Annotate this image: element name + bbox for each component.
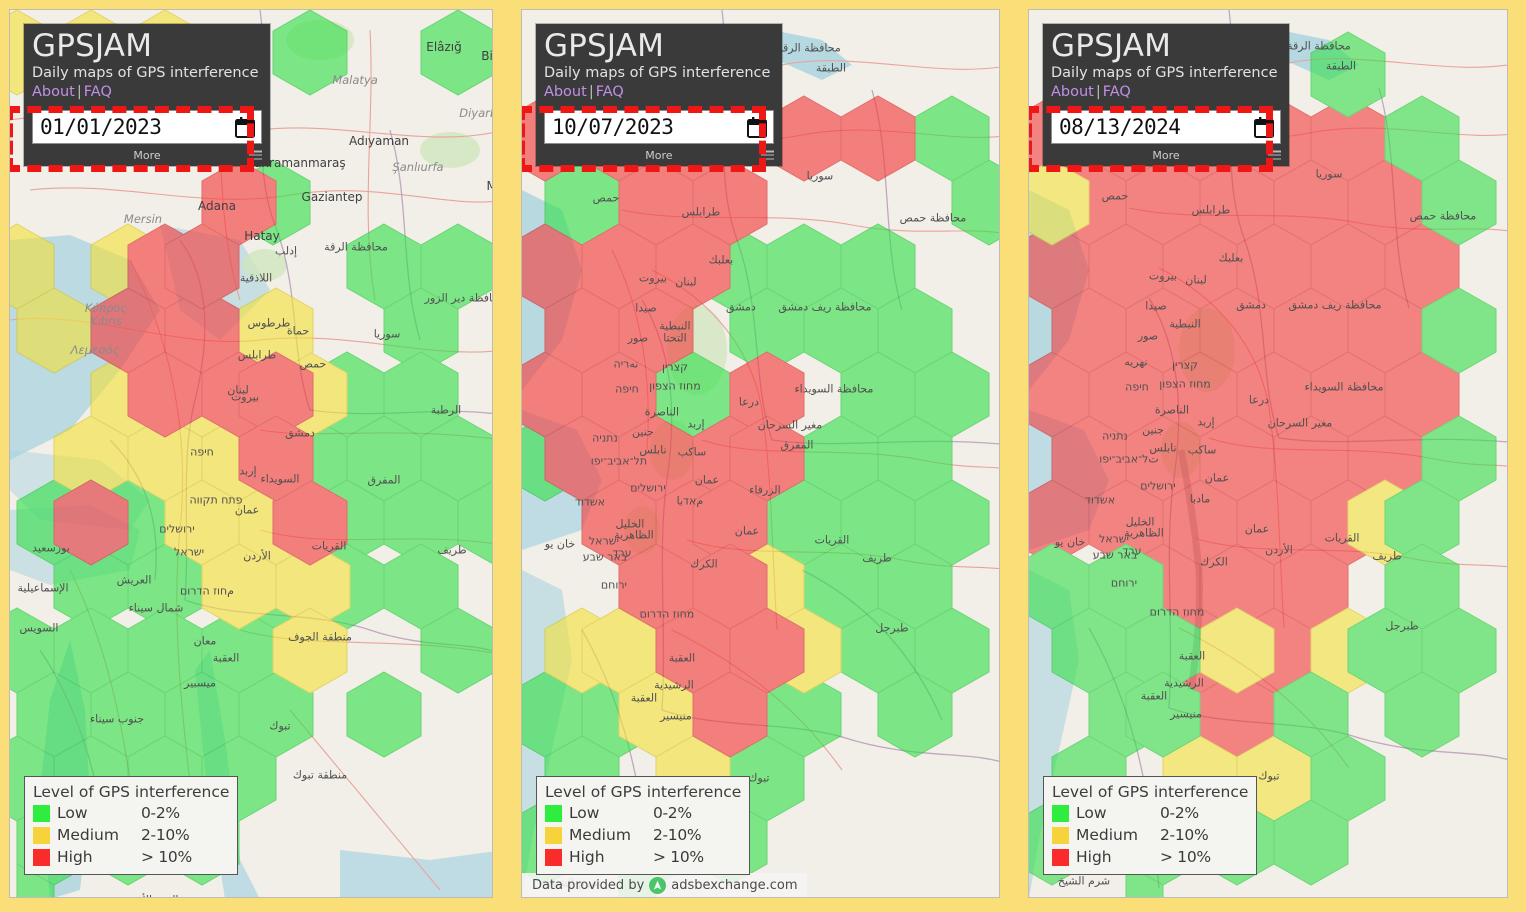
legend-label-medium: Medium	[57, 826, 119, 844]
menu-icon[interactable]	[249, 150, 262, 160]
date-input[interactable]: 10/07/2023	[543, 110, 774, 144]
legend-swatch-high	[544, 848, 562, 866]
legend-1: Level of GPS interference Low 0-2% Mediu…	[24, 776, 239, 875]
header-links: About | FAQ	[1043, 83, 1289, 106]
legend-label-low: Low	[1075, 804, 1107, 822]
more-label: More	[645, 148, 673, 162]
legend-label-high: High	[568, 848, 605, 866]
about-link[interactable]: About	[544, 84, 587, 100]
legend-swatch-medium	[544, 826, 562, 844]
legend-swatch-low	[544, 804, 562, 822]
app-tagline: Daily maps of GPS interference	[1050, 65, 1278, 81]
attribution-site[interactable]: adsbexchange.com	[671, 878, 797, 893]
attribution-prefix: Data provided by	[531, 877, 645, 893]
attribution-bar: Data provided by adsbexchange.com	[521, 873, 808, 897]
legend-row-medium: Medium 2-10%	[33, 824, 229, 846]
date-row-3: 08/13/2024	[1043, 106, 1289, 144]
legend-value-medium: 2-10%	[1159, 826, 1209, 844]
gpsjam-panel-2: محافظة حلبمحافظة الرقةالطبقةمعرةمحافظة ح…	[520, 9, 1000, 898]
legend-label-medium: Medium	[568, 826, 631, 844]
legend-row-low: Low 0-2%	[1051, 802, 1248, 824]
faq-link[interactable]: FAQ	[596, 84, 624, 100]
link-separator: |	[76, 84, 82, 100]
date-value: 08/13/2024	[1058, 115, 1181, 139]
legend-value-medium: 2-10%	[652, 826, 702, 844]
date-row-2: 10/07/2023	[536, 106, 782, 144]
legend-value-high: > 10%	[1159, 848, 1211, 866]
date-input[interactable]: 08/13/2024	[1050, 110, 1281, 144]
link-separator: |	[588, 84, 594, 100]
legend-swatch-high	[1051, 848, 1069, 866]
more-label: More	[133, 148, 161, 162]
more-row-2[interactable]: More	[536, 144, 782, 166]
legend-row-low: Low 0-2%	[544, 802, 741, 824]
gpsjam-panel-1: ElâzığBingölMalatyaDiyarbakırAdıyamanKah…	[9, 9, 493, 898]
menu-icon[interactable]	[1267, 150, 1281, 160]
legend-label-medium: Medium	[1075, 826, 1138, 844]
legend-value-low: 0-2%	[141, 804, 180, 822]
legend-row-low: Low 0-2%	[33, 802, 229, 824]
date-value: 01/01/2023	[40, 115, 162, 139]
legend-row-high: High > 10%	[33, 846, 229, 868]
legend-swatch-low	[1051, 804, 1069, 822]
calendar-icon[interactable]	[1253, 116, 1274, 138]
legend-label-low: Low	[57, 804, 88, 822]
date-input[interactable]: 01/01/2023	[32, 110, 262, 144]
app-tagline: Daily maps of GPS interference	[543, 65, 771, 81]
legend-value-low: 0-2%	[1159, 804, 1199, 822]
gpsjam-panel-3: محافظة حلبمحافظة الرقةالطبقةمعرةمحافظة ح…	[1027, 9, 1508, 898]
link-separator: |	[1095, 84, 1101, 100]
legend-2: Level of GPS interference Low 0-2% Mediu…	[535, 776, 751, 875]
legend-row-medium: Medium 2-10%	[1051, 824, 1248, 846]
app-tagline: Daily maps of GPS interference	[32, 65, 259, 81]
date-value: 10/07/2023	[551, 115, 674, 139]
more-label: More	[1152, 148, 1180, 162]
legend-label-high: High	[57, 848, 93, 866]
legend-value-high: > 10%	[652, 848, 704, 866]
legend-value-low: 0-2%	[652, 804, 692, 822]
legend-title: Level of GPS interference	[544, 783, 742, 801]
about-link[interactable]: About	[32, 84, 75, 100]
gpsjam-header-3: GPSJAM Daily maps of GPS interference Ab…	[1042, 24, 1289, 166]
legend-swatch-low	[33, 804, 50, 822]
legend-label-high: High	[1075, 848, 1112, 866]
legend-row-medium: Medium 2-10%	[544, 824, 741, 846]
date-row-1: 01/01/2023	[24, 106, 270, 144]
legend-value-high: > 10%	[141, 848, 192, 866]
legend-title: Level of GPS interference	[1051, 783, 1249, 801]
more-row-3[interactable]: More	[1043, 144, 1289, 166]
header-links: About | FAQ	[24, 83, 270, 106]
legend-swatch-high	[33, 848, 50, 866]
faq-link[interactable]: FAQ	[84, 84, 112, 100]
adsb-exchange-icon	[649, 876, 667, 894]
calendar-icon[interactable]	[746, 116, 767, 138]
more-row-1[interactable]: More	[24, 144, 270, 166]
header-links: About | FAQ	[536, 83, 782, 106]
app-title: GPSJAM	[543, 28, 665, 64]
legend-row-high: High > 10%	[1051, 846, 1248, 868]
menu-icon[interactable]	[760, 150, 774, 160]
screenshot-root: ElâzığBingölMalatyaDiyarbakırAdıyamanKah…	[0, 0, 1526, 912]
calendar-icon[interactable]	[235, 116, 255, 138]
app-title: GPSJAM	[32, 28, 153, 64]
legend-swatch-medium	[33, 826, 50, 844]
legend-title: Level of GPS interference	[33, 783, 230, 801]
gpsjam-header-1: GPSJAM Daily maps of GPS interference Ab…	[24, 24, 270, 166]
legend-label-low: Low	[568, 804, 600, 822]
legend-row-high: High > 10%	[544, 846, 741, 868]
legend-3: Level of GPS interference Low 0-2% Mediu…	[1042, 776, 1258, 875]
panel-comparison-strip: ElâzığBingölMalatyaDiyarbakırAdıyamanKah…	[0, 0, 1526, 912]
legend-value-medium: 2-10%	[141, 826, 190, 844]
app-title: GPSJAM	[1050, 28, 1172, 64]
faq-link[interactable]: FAQ	[1103, 84, 1131, 100]
gpsjam-header-2: GPSJAM Daily maps of GPS interference Ab…	[535, 24, 782, 166]
about-link[interactable]: About	[1051, 84, 1094, 100]
legend-swatch-medium	[1051, 826, 1069, 844]
